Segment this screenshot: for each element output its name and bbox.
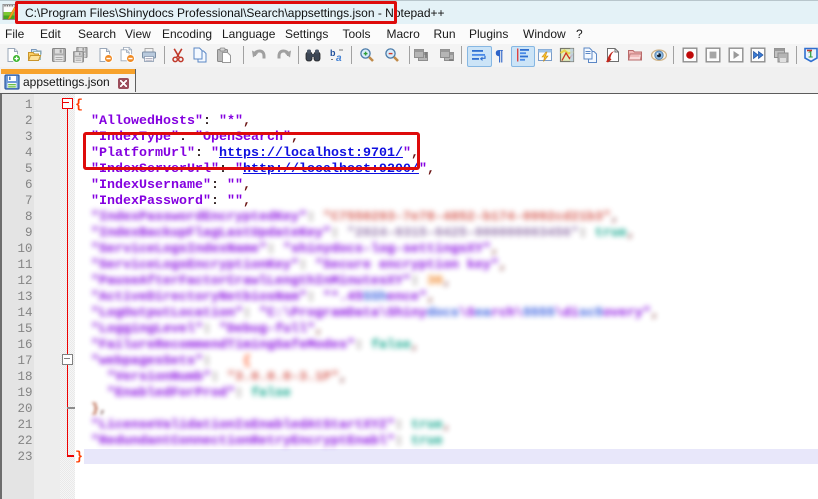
svg-text:a: a xyxy=(336,53,342,63)
svg-text:¶: ¶ xyxy=(495,48,504,64)
